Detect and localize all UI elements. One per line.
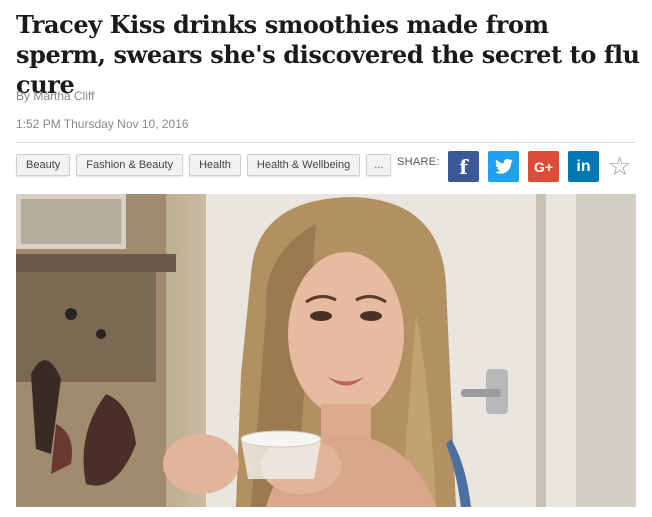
tag-list: Beauty Fashion & Beauty Health Health & … bbox=[16, 154, 392, 176]
article-headline: Tracey Kiss drinks smoothies made from s… bbox=[16, 10, 640, 99]
google-plus-icon: G+ bbox=[533, 158, 554, 175]
google-plus-share-button[interactable]: G+ bbox=[528, 151, 559, 182]
facebook-share-button[interactable]: f bbox=[448, 151, 479, 182]
twitter-bird-icon bbox=[494, 159, 513, 174]
divider bbox=[16, 142, 636, 143]
star-icon[interactable]: ☆ bbox=[608, 152, 631, 180]
twitter-share-button[interactable] bbox=[488, 151, 519, 182]
tag-fashion-beauty[interactable]: Fashion & Beauty bbox=[76, 154, 184, 176]
linkedin-icon: in bbox=[576, 157, 591, 175]
timestamp: 1:52 PM Thursday Nov 10, 2016 bbox=[16, 117, 189, 131]
photo-illustration bbox=[16, 194, 636, 507]
linkedin-share-button[interactable]: in bbox=[568, 151, 599, 182]
tag-health[interactable]: Health bbox=[189, 154, 241, 176]
article-photo[interactable] bbox=[16, 194, 636, 507]
byline[interactable]: By Martha Cliff bbox=[16, 89, 94, 103]
tag-beauty[interactable]: Beauty bbox=[16, 154, 71, 176]
tag-health-wellbeing[interactable]: Health & Wellbeing bbox=[246, 154, 361, 176]
more-tags-button[interactable]: ... bbox=[366, 154, 392, 176]
share-label: SHARE: bbox=[397, 156, 440, 168]
facebook-icon: f bbox=[459, 154, 468, 179]
